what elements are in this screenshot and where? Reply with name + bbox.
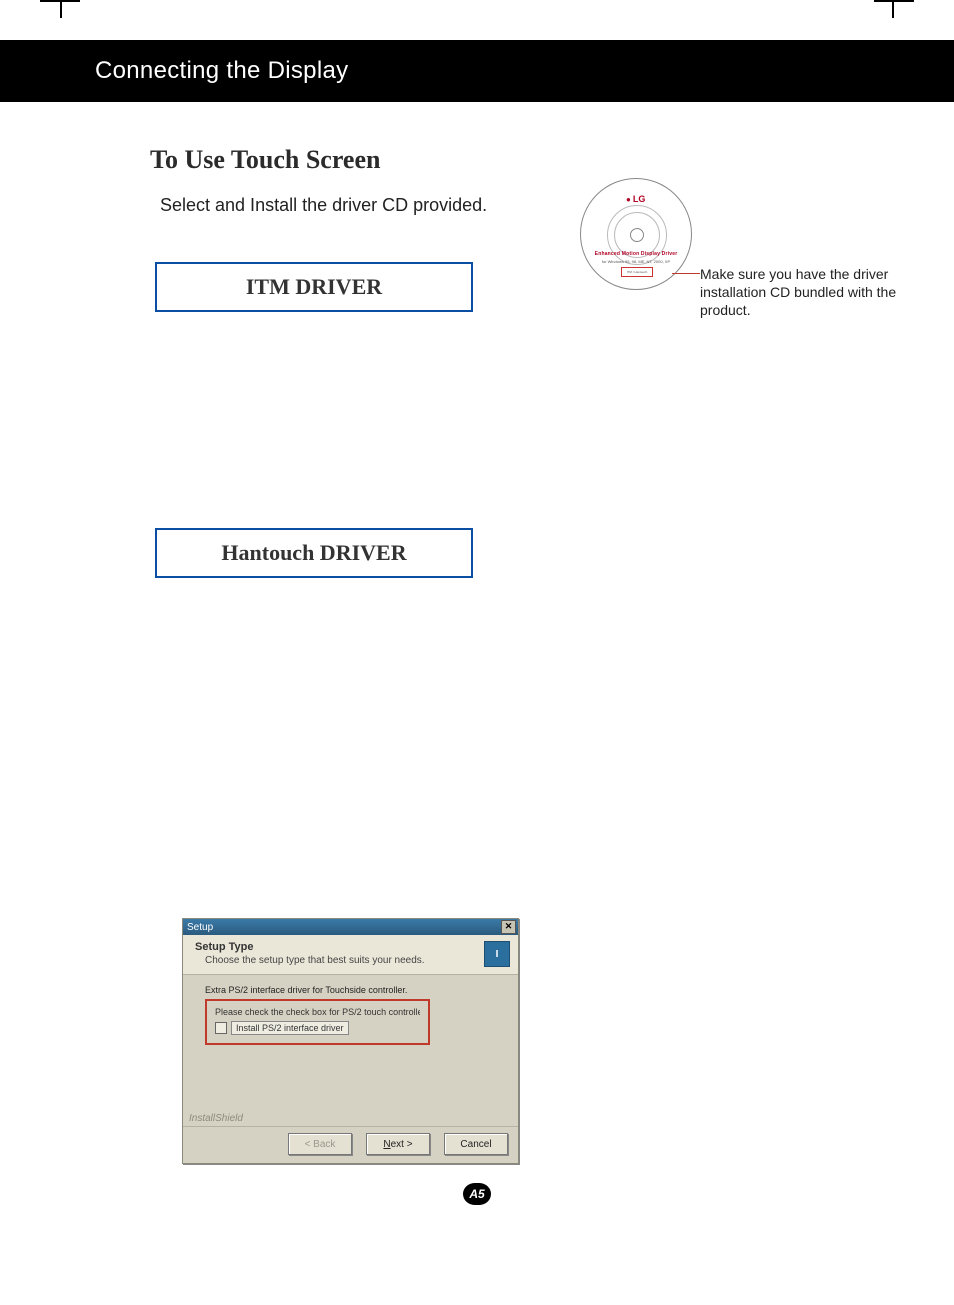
- checkbox-row: Install PS/2 interface driver: [215, 1021, 420, 1035]
- callout-leader-line: [672, 273, 700, 274]
- crop-mark: [60, 0, 62, 18]
- install-ps2-checkbox[interactable]: [215, 1022, 227, 1034]
- cd-subtitle-text: for Windows 95, 98, ME, NT, 2000, XP: [585, 259, 687, 264]
- setup-titlebar-text: Setup: [187, 922, 213, 933]
- setup-body: Extra PS/2 interface driver for Touchsid…: [183, 975, 518, 1109]
- next-button-rest: ext >: [391, 1139, 413, 1150]
- setup-body-line: Please check the check box for PS/2 touc…: [215, 1007, 420, 1017]
- install-ps2-checkbox-label: Install PS/2 interface driver: [231, 1021, 349, 1035]
- hantouch-driver-box: Hantouch DRIVER: [155, 528, 473, 578]
- page-number-badge: A5: [463, 1183, 491, 1205]
- page-header-bar: Connecting the Display: [0, 40, 954, 102]
- cd-callout-text: Make sure you have the driver installati…: [700, 265, 900, 319]
- cd-hole-icon: [630, 228, 644, 242]
- setup-dialog: Setup ✕ Setup Type Choose the setup type…: [182, 918, 519, 1164]
- setup-header-title: Setup Type: [195, 941, 510, 953]
- setup-header-subtitle: Choose the setup type that best suits yo…: [205, 955, 510, 966]
- setup-body-line: Extra PS/2 interface driver for Touchsid…: [205, 985, 506, 995]
- crop-mark: [892, 0, 894, 18]
- next-button[interactable]: Next >: [366, 1133, 430, 1155]
- setup-footer: < Back Next > Cancel: [183, 1126, 518, 1163]
- cancel-button[interactable]: Cancel: [444, 1133, 508, 1155]
- cd-highlight-box: ITM / Hantouch: [621, 267, 653, 277]
- highlighted-option-frame: Please check the check box for PS/2 touc…: [205, 999, 430, 1045]
- cd-brand-label: LG: [626, 194, 645, 204]
- setup-header: Setup Type Choose the setup type that be…: [183, 935, 518, 975]
- section-title: To Use Touch Screen: [150, 145, 380, 175]
- crop-mark: [874, 0, 914, 2]
- back-button[interactable]: < Back: [288, 1133, 352, 1155]
- installshield-label: InstallShield: [189, 1113, 518, 1124]
- page-header-title: Connecting the Display: [95, 57, 348, 85]
- setup-titlebar: Setup ✕: [183, 919, 518, 935]
- cd-illustration: LG Enhanced Motion Display Driver for Wi…: [580, 178, 690, 288]
- itm-driver-box: ITM DRIVER: [155, 262, 473, 312]
- installer-icon: I: [484, 941, 510, 967]
- hantouch-driver-label: Hantouch DRIVER: [221, 540, 406, 565]
- cd-title-text: Enhanced Motion Display Driver: [585, 251, 687, 257]
- itm-driver-label: ITM DRIVER: [246, 274, 382, 299]
- close-icon[interactable]: ✕: [501, 920, 516, 934]
- next-button-hotkey: N: [383, 1139, 390, 1150]
- section-subtitle: Select and Install the driver CD provide…: [160, 195, 487, 216]
- manual-page: Connecting the Display To Use Touch Scre…: [0, 0, 954, 1305]
